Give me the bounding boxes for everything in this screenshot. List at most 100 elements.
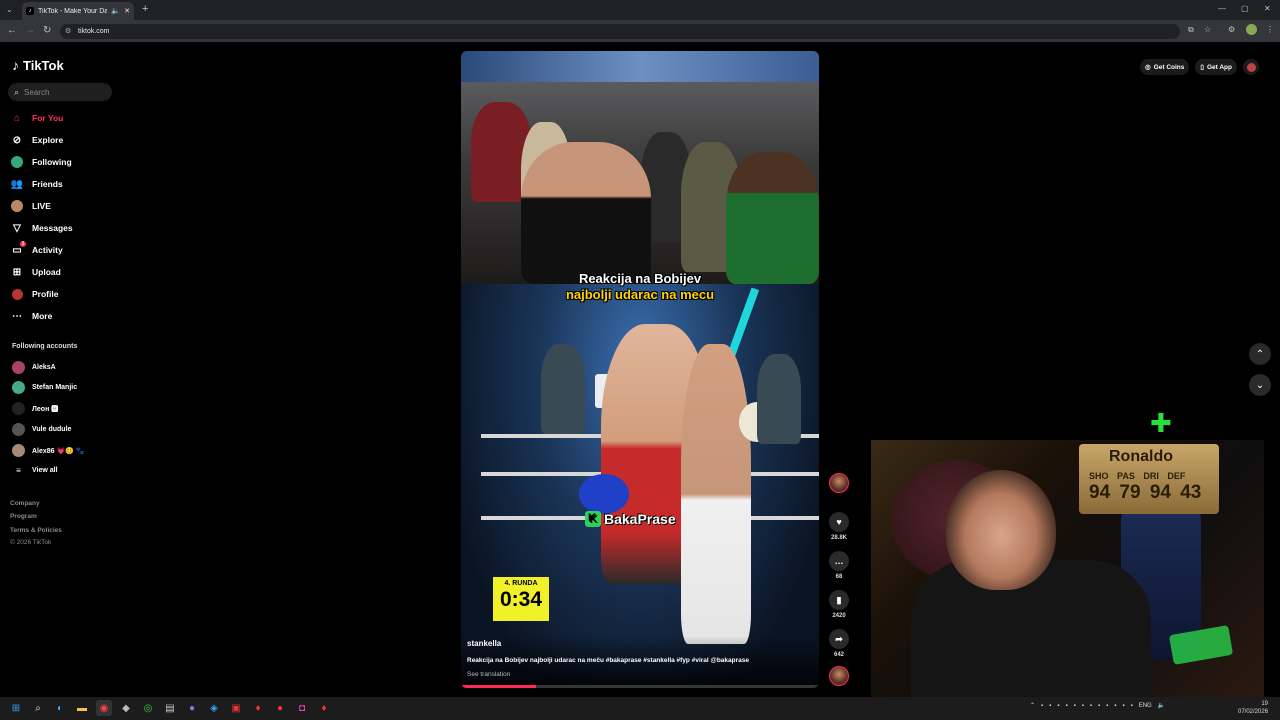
nav-profile[interactable]: Profile — [10, 287, 58, 301]
search-input[interactable]: ⌕ Search — [8, 83, 112, 101]
nav-for-you[interactable]: ⌂ For You — [10, 111, 63, 125]
nav-more[interactable]: ⋯ More — [10, 309, 52, 323]
taskbar-search-icon[interactable]: ⌕ — [30, 700, 46, 716]
footer-link-program[interactable]: Program — [10, 513, 37, 520]
tray-app-icon[interactable]: ▪ — [1106, 703, 1108, 709]
see-translation-link[interactable]: See translation — [467, 671, 510, 678]
taskbar-app-icon[interactable]: ♦ — [250, 700, 266, 716]
taskbar-app-icon[interactable]: ◎ — [140, 700, 156, 716]
nav-upload[interactable]: ⊞ Upload — [10, 265, 61, 279]
maximize-window-button[interactable]: ▢ — [1241, 4, 1249, 13]
forward-button[interactable]: → — [25, 25, 35, 36]
nav-following[interactable]: Following — [10, 155, 72, 169]
windows-start-icon[interactable]: ⊞ — [8, 700, 24, 716]
player-card-labels: SHO PAS DRI DEF — [1089, 471, 1186, 481]
logo-text: TikTok — [23, 57, 64, 73]
address-bar[interactable]: ⚙ tiktok.com — [60, 24, 1180, 39]
nav-friends[interactable]: 👥 Friends — [10, 177, 63, 191]
account-name: Леон 🅷 — [32, 405, 59, 413]
tray-app-icon[interactable]: ▪ — [1049, 703, 1051, 709]
language-indicator[interactable]: ENG — [1139, 703, 1152, 709]
file-explorer-icon[interactable]: ▬ — [74, 700, 90, 716]
taskbar-app-icon[interactable]: ▣ — [228, 700, 244, 716]
footer-link-company[interactable]: Company — [10, 500, 40, 507]
progress-fill — [461, 685, 537, 688]
activity-badge: 1 — [20, 241, 26, 247]
user-avatar-button[interactable] — [1243, 59, 1259, 75]
tray-app-icon[interactable]: ▪ — [1057, 703, 1059, 709]
taskbar-app-icon[interactable]: ▤ — [162, 700, 178, 716]
extensions-icon[interactable]: ⚙ — [1228, 25, 1235, 34]
new-tab-button[interactable]: + — [142, 3, 148, 15]
taskbar-app-icon[interactable]: ◘ — [294, 700, 310, 716]
tray-app-icon[interactable]: ▪ — [1122, 703, 1124, 709]
browser-menu-icon[interactable]: ⋮ — [1266, 25, 1274, 34]
tray-overflow-icon[interactable]: ⌃ — [1030, 702, 1035, 709]
following-account[interactable]: AleksA — [12, 361, 56, 374]
nav-explore[interactable]: ⊘ Explore — [10, 133, 63, 147]
back-button[interactable]: ← — [7, 25, 17, 36]
cast-icon[interactable]: ⧉ — [1188, 25, 1194, 35]
bookmark-star-icon[interactable]: ☆ — [1204, 25, 1211, 34]
taskbar-clock[interactable]: 19 07/02/2026 — [1238, 700, 1268, 716]
volume-icon[interactable]: 🔈 — [1158, 702, 1165, 709]
next-video-button[interactable]: ⌄ — [1249, 374, 1271, 396]
view-all-link[interactable]: ≡ View all — [12, 466, 58, 475]
previous-video-button[interactable]: ⌃ — [1249, 343, 1271, 365]
tab-search-icon[interactable]: ⌄ — [6, 5, 13, 14]
tray-app-icon[interactable]: ▪ — [1065, 703, 1067, 709]
nav-messages[interactable]: ▽ Messages — [10, 221, 73, 235]
footer-link-terms[interactable]: Terms & Policies — [10, 527, 62, 534]
profile-icon — [10, 287, 24, 301]
mute-tab-icon[interactable]: 🔈 — [111, 7, 120, 15]
save-button[interactable]: ▮ 2420 — [829, 590, 849, 619]
tray-app-icon[interactable]: ▪ — [1082, 703, 1084, 709]
tray-app-icon[interactable]: ▪ — [1131, 703, 1133, 709]
browser-profile-avatar[interactable] — [1246, 24, 1257, 35]
account-name: Vule dudule — [32, 426, 72, 433]
nav-label: Friends — [32, 179, 63, 189]
tiktok-logo[interactable]: ♪ TikTok — [12, 57, 64, 73]
get-coins-button[interactable]: ◎ Get Coins — [1140, 59, 1190, 75]
avatar — [12, 361, 25, 374]
following-account[interactable]: Vule dudule — [12, 423, 71, 436]
music-disc-button[interactable] — [829, 666, 849, 686]
tray-app-icon[interactable]: ▪ — [1114, 703, 1116, 709]
video-player[interactable]: Reakcija na Bobijev najbolji udarac na m… — [461, 51, 819, 688]
tray-app-icon[interactable]: ▪ — [1090, 703, 1092, 709]
video-progress-bar[interactable] — [461, 685, 819, 688]
taskbar-app-icon[interactable]: ◈ — [206, 700, 222, 716]
following-account[interactable]: Леон 🅷 — [12, 402, 58, 415]
share-button[interactable]: ➦ 642 — [829, 629, 849, 658]
tray-app-icon[interactable]: ▪ — [1074, 703, 1076, 709]
following-account[interactable]: Stefan Manjic — [12, 381, 77, 394]
browser-tab[interactable]: ♪ TikTok - Make Your Day 🔈 ✕ — [22, 2, 134, 20]
user-avatar — [1246, 62, 1256, 72]
nav-live[interactable]: LIVE — [10, 199, 51, 213]
nav-activity[interactable]: ▭ 1 Activity — [10, 241, 63, 257]
video-author[interactable]: stankella — [467, 639, 501, 648]
nav-label: Profile — [32, 289, 59, 299]
chrome-icon[interactable]: ◉ — [96, 700, 112, 716]
taskbar-app-icon[interactable]: ● — [272, 700, 288, 716]
close-window-button[interactable]: ✕ — [1264, 4, 1271, 13]
discord-icon[interactable]: ● — [184, 700, 200, 716]
following-account[interactable]: Alex86 💗😊 🐾 — [12, 444, 85, 457]
nav-label: LIVE — [32, 201, 51, 211]
taskbar-app-icon[interactable]: ♦ — [316, 700, 332, 716]
view-all-label: View all — [32, 467, 58, 474]
comment-button[interactable]: … 68 — [829, 551, 849, 580]
tray-app-icon[interactable]: ▪ — [1098, 703, 1100, 709]
creator-avatar-button[interactable] — [829, 473, 849, 493]
account-name: Stefan Manjic — [32, 384, 78, 391]
like-button[interactable]: ♥ 28.8K — [829, 512, 849, 541]
close-tab-icon[interactable]: ✕ — [124, 7, 130, 15]
top-right-actions: ◎ Get Coins ▯ Get App — [1140, 59, 1259, 75]
site-info-icon[interactable]: ⚙ — [65, 27, 71, 35]
minimize-window-button[interactable]: — — [1218, 4, 1226, 13]
get-app-button[interactable]: ▯ Get App — [1195, 59, 1237, 75]
reload-button[interactable]: ↻ — [43, 25, 51, 36]
taskbar-app-icon[interactable]: ◆ — [118, 700, 134, 716]
edge-icon[interactable]: ◐ — [52, 700, 68, 716]
tray-app-icon[interactable]: ▪ — [1041, 703, 1043, 709]
